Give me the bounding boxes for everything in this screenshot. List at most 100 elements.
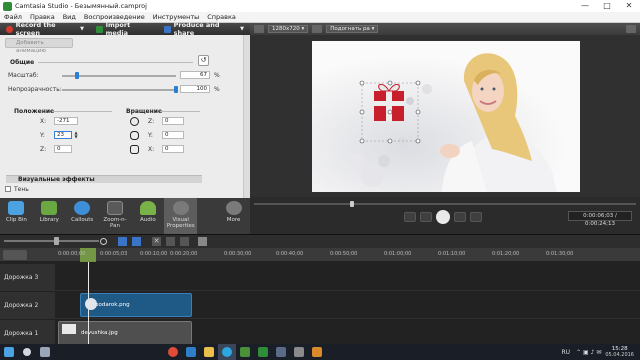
menu-help[interactable]: Справка [203, 13, 240, 21]
track-label: Дорожка 3 [0, 264, 55, 291]
reset-icon[interactable]: ↺ [198, 55, 209, 66]
visual-properties-tab[interactable]: Visual Properties [164, 198, 198, 234]
opacity-unit: % [214, 86, 220, 93]
window-title: Camtasia Studio - Безымянный.camproj [15, 2, 147, 10]
maximize-button[interactable]: □ [596, 0, 618, 12]
cut-icon[interactable]: ✕ [152, 237, 161, 246]
main-toolbar: Record the screen ▼ Import media Produce… [0, 21, 250, 37]
library-tab[interactable]: Library [33, 198, 66, 234]
callouts-tab[interactable]: Callouts [66, 198, 99, 234]
opacity-slider-track[interactable] [62, 89, 176, 91]
grid-icon[interactable] [254, 25, 264, 33]
fast-forward-button[interactable] [470, 212, 482, 222]
taskbar-app[interactable] [236, 344, 254, 360]
timeline-ruler[interactable]: 0:00:00;00 0:00:05;03 0:00:10;00 0:00:20… [0, 248, 640, 262]
language-indicator[interactable]: RU [562, 349, 571, 356]
position-z-field[interactable]: 0 [54, 145, 72, 153]
rotation-x-label: X: [148, 146, 155, 153]
position-y-spinner[interactable]: ▲ ▼ [73, 131, 79, 140]
timeline-clip[interactable]: devushka.jpg [58, 321, 192, 345]
scrub-thumb[interactable] [350, 201, 354, 207]
dimensions-dropdown[interactable]: 1280x720 ▾ [268, 25, 309, 33]
menu-playback[interactable]: Воспроизведение [80, 13, 149, 21]
step-forward-button[interactable] [454, 212, 466, 222]
zoom-slider-thumb[interactable] [54, 237, 59, 245]
timeline-settings-icon[interactable] [3, 250, 27, 260]
rotation-x-field[interactable]: 0 [162, 145, 184, 153]
track-row[interactable]: Дорожка 3 [0, 264, 640, 291]
fit-dropdown[interactable]: Подогнать ра ▾ [326, 25, 379, 33]
taskbar-app[interactable] [254, 344, 272, 360]
taskbar-app[interactable] [218, 344, 236, 360]
divider [160, 111, 200, 112]
scale-slider-track[interactable] [62, 75, 176, 77]
add-animation-button[interactable]: Добавить анимацию [5, 38, 73, 54]
minimize-button[interactable]: — [574, 0, 596, 12]
position-y-label: Y: [40, 132, 45, 139]
track-row[interactable]: Дорожка 1 devushka.jpg [0, 320, 640, 347]
taskbar-app[interactable] [36, 344, 54, 360]
taskbar-app[interactable] [164, 344, 182, 360]
rotation-y-field[interactable]: 0 [162, 131, 184, 139]
tick-2: 0:00:10;00 [140, 251, 168, 257]
rotation-y-label: Y: [148, 132, 153, 139]
position-x-label: X: [40, 118, 47, 125]
clock[interactable]: 15:28 05.04.2016 [605, 346, 634, 358]
paste-icon[interactable] [180, 237, 189, 246]
zoom-icon[interactable] [100, 238, 107, 245]
start-button[interactable] [0, 344, 18, 360]
windows-icon [4, 347, 14, 357]
close-button[interactable]: ✕ [618, 0, 640, 12]
opacity-field[interactable]: 100 [180, 85, 210, 93]
tray-icons[interactable]: ⌃ ▣ ♪ ✉ [576, 349, 601, 356]
menu-edit[interactable]: Правка [26, 13, 59, 21]
chevron-down-icon[interactable]: ▼ [240, 26, 244, 32]
clip-thumbnail [62, 324, 76, 334]
step-back-button[interactable] [420, 212, 432, 222]
rotation-z-field[interactable]: 0 [162, 117, 184, 125]
taskbar-app[interactable] [200, 344, 218, 360]
split-icon[interactable] [118, 237, 127, 246]
timeline-toolbar: ✕ [0, 234, 640, 248]
menu-file[interactable]: Файл [0, 13, 26, 21]
taskbar-app[interactable] [272, 344, 290, 360]
clip-bin-tab[interactable]: Clip Bin [0, 198, 33, 234]
tools-bar: Clip Bin Library Callouts Zoom-n-Pan Aud… [0, 198, 250, 234]
photo-icon [240, 347, 250, 357]
detach-icon[interactable] [626, 25, 636, 33]
track-label: Дорожка 2 [0, 292, 55, 319]
preview-image [312, 41, 580, 192]
position-x-field[interactable]: -271 [54, 117, 78, 125]
play-button[interactable] [436, 210, 450, 224]
position-y-field[interactable]: 23 [54, 131, 72, 139]
scale-slider-thumb[interactable] [75, 72, 80, 79]
menu-view[interactable]: Вид [59, 13, 80, 21]
zoom-n-pan-tab[interactable]: Zoom-n-Pan [99, 198, 132, 234]
playhead-line[interactable] [88, 262, 89, 344]
audio-tab[interactable]: Audio [131, 198, 164, 234]
taskbar-app[interactable] [182, 344, 200, 360]
zoom-slider-track[interactable] [4, 240, 99, 242]
scale-field[interactable]: 67 [180, 71, 210, 79]
copy-icon[interactable] [166, 237, 175, 246]
visual-effects-header[interactable]: Визуальные эффекты [6, 175, 202, 183]
chevron-down-icon[interactable]: ▼ [80, 26, 84, 32]
extend-frame-icon[interactable] [132, 237, 141, 246]
layers-icon[interactable] [198, 237, 207, 246]
opacity-slider-thumb[interactable] [174, 86, 178, 93]
shadow-checkbox[interactable] [5, 186, 11, 192]
more-tab[interactable]: More [217, 198, 250, 234]
track-row[interactable]: Дорожка 2 podarok.png [0, 292, 640, 319]
properties-scrollbar[interactable] [243, 35, 250, 198]
preview-canvas[interactable] [312, 41, 580, 192]
rewind-button[interactable] [404, 212, 416, 222]
hand-icon[interactable] [312, 25, 323, 33]
menu-tools[interactable]: Инструменты [149, 13, 204, 21]
taskbar-app[interactable] [308, 344, 326, 360]
taskbar-app[interactable] [290, 344, 308, 360]
rotate-y-icon [130, 131, 139, 140]
record-icon [6, 25, 13, 33]
share-icon [164, 25, 171, 33]
scrub-track[interactable] [254, 203, 636, 205]
taskbar-app[interactable] [18, 344, 36, 360]
